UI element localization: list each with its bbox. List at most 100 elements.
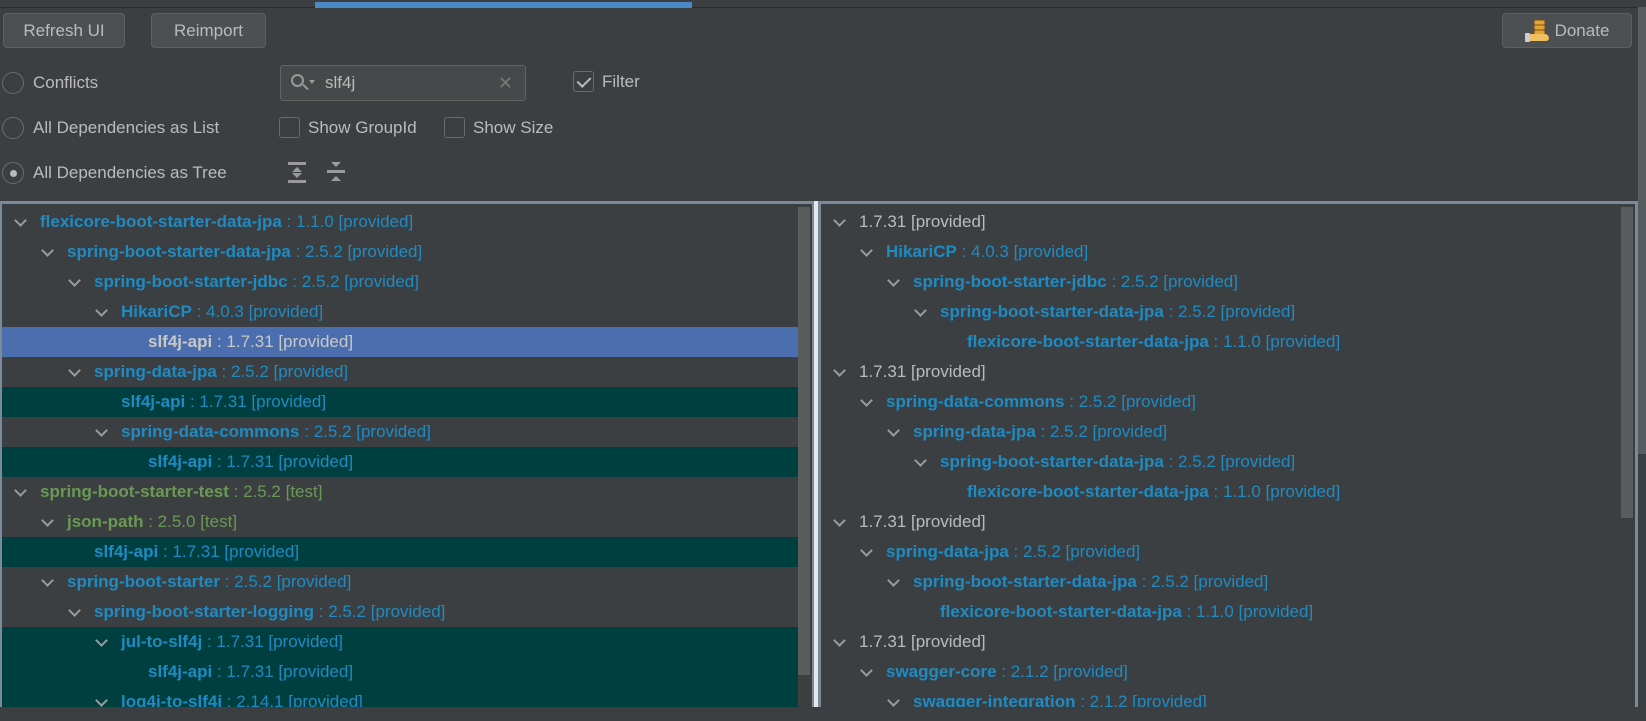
search-input[interactable] bbox=[325, 73, 495, 93]
chevron-down-icon[interactable] bbox=[860, 546, 872, 558]
filter-checkbox[interactable]: Filter bbox=[573, 71, 640, 92]
chevron-down-icon[interactable] bbox=[95, 306, 107, 318]
tree-node[interactable]: spring-boot-starter-data-jpa : 2.5.2 [pr… bbox=[821, 567, 1621, 597]
chevron-down-icon[interactable] bbox=[68, 606, 80, 618]
tree-node[interactable]: spring-data-commons : 2.5.2 [provided] bbox=[2, 417, 798, 447]
tree-node[interactable]: slf4j-api : 1.7.31 [provided] bbox=[2, 657, 798, 687]
artifact-version: : 4.0.3 [provided] bbox=[956, 242, 1089, 261]
tree-node[interactable]: swagger-integration : 2.1.2 [provided] bbox=[821, 687, 1621, 707]
chevron-down-icon[interactable] bbox=[914, 456, 926, 468]
tree-node[interactable]: spring-boot-starter-data-jpa : 2.5.2 [pr… bbox=[2, 237, 798, 267]
artifact-name: slf4j-api bbox=[94, 542, 159, 561]
tree-node[interactable]: spring-boot-starter-logging : 2.5.2 [pro… bbox=[2, 597, 798, 627]
artifact-version: : 2.5.2 [provided] bbox=[216, 362, 349, 381]
tree-node[interactable]: json-path : 2.5.0 [test] bbox=[2, 507, 798, 537]
tree-node[interactable]: spring-data-jpa : 2.5.2 [provided] bbox=[2, 357, 798, 387]
radio-button-selected[interactable] bbox=[2, 162, 24, 184]
checkbox-label: Show GroupId bbox=[308, 117, 417, 137]
chevron-down-icon[interactable] bbox=[860, 246, 872, 258]
search-icon[interactable] bbox=[291, 73, 317, 93]
tree-node[interactable]: 1.7.31 [provided] bbox=[821, 357, 1621, 387]
tree-node[interactable]: slf4j-api : 1.7.31 [provided] bbox=[2, 387, 798, 417]
refresh-ui-button[interactable]: Refresh UI bbox=[3, 13, 125, 48]
tree-node[interactable]: spring-data-jpa : 2.5.2 [provided] bbox=[821, 417, 1621, 447]
artifact-name: jul-to-slf4j bbox=[121, 632, 203, 651]
chevron-down-icon[interactable] bbox=[95, 696, 107, 707]
expand-all-icon[interactable] bbox=[287, 161, 307, 183]
radio-button[interactable] bbox=[2, 72, 24, 94]
tree-node[interactable]: 1.7.31 [provided] bbox=[821, 627, 1621, 657]
artifact-version: : 1.7.31 [provided] bbox=[158, 542, 300, 561]
show-size-checkbox[interactable]: Show Size bbox=[444, 117, 553, 138]
chevron-down-icon[interactable] bbox=[887, 276, 899, 288]
chevron-down-icon[interactable] bbox=[41, 246, 53, 258]
reimport-button[interactable]: Reimport bbox=[151, 13, 266, 48]
artifact-name: slf4j-api bbox=[148, 332, 213, 351]
search-field[interactable]: ✕ bbox=[280, 65, 526, 101]
window-scrollbar[interactable] bbox=[1638, 7, 1646, 454]
tree-node[interactable]: jul-to-slf4j : 1.7.31 [provided] bbox=[2, 627, 798, 657]
artifact-name: spring-boot-starter-data-jpa bbox=[913, 572, 1137, 591]
tree-node[interactable]: flexicore-boot-starter-data-jpa : 1.1.0 … bbox=[2, 207, 798, 237]
artifact-name: HikariCP bbox=[886, 242, 957, 261]
tree-node[interactable]: spring-boot-starter : 2.5.2 [provided] bbox=[2, 567, 798, 597]
tree-node[interactable]: spring-boot-starter-jdbc : 2.5.2 [provid… bbox=[821, 267, 1621, 297]
donate-button[interactable]: Donate bbox=[1502, 13, 1632, 48]
chevron-down-icon[interactable] bbox=[14, 486, 26, 498]
chevron-down-icon[interactable] bbox=[833, 366, 845, 378]
tree-node[interactable]: slf4j-api : 1.7.31 [provided] bbox=[2, 537, 798, 567]
tree-scrollbar[interactable] bbox=[798, 207, 810, 675]
checkbox-checked[interactable] bbox=[573, 71, 594, 92]
tree-node[interactable]: spring-boot-starter-data-jpa : 2.5.2 [pr… bbox=[821, 447, 1621, 477]
chevron-down-icon[interactable] bbox=[887, 576, 899, 588]
close-icon[interactable]: ✕ bbox=[498, 73, 513, 94]
tree-node[interactable]: flexicore-boot-starter-data-jpa : 1.1.0 … bbox=[821, 327, 1621, 357]
tree-node[interactable]: flexicore-boot-starter-data-jpa : 1.1.0 … bbox=[821, 597, 1621, 627]
chevron-down-icon[interactable] bbox=[887, 696, 899, 707]
tree-node[interactable]: spring-boot-starter-test : 2.5.2 [test] bbox=[2, 477, 798, 507]
radio-conflicts[interactable]: Conflicts bbox=[2, 72, 98, 94]
tree-node[interactable]: flexicore-boot-starter-data-jpa : 1.1.0 … bbox=[821, 477, 1621, 507]
donate-label: Donate bbox=[1554, 20, 1610, 40]
chevron-down-icon[interactable] bbox=[833, 636, 845, 648]
checkbox-label: Show Size bbox=[473, 117, 554, 137]
chevron-down-icon[interactable] bbox=[14, 216, 26, 228]
chevron-down-icon[interactable] bbox=[41, 576, 53, 588]
tree-node[interactable]: HikariCP : 4.0.3 [provided] bbox=[821, 237, 1621, 267]
tree-node[interactable]: HikariCP : 4.0.3 [provided] bbox=[2, 297, 798, 327]
chevron-down-icon[interactable] bbox=[41, 516, 53, 528]
chevron-down-icon[interactable] bbox=[95, 426, 107, 438]
tree-node[interactable]: 1.7.31 [provided] bbox=[821, 507, 1621, 537]
artifact-name: spring-boot-starter-data-jpa bbox=[67, 242, 291, 261]
chevron-down-icon[interactable] bbox=[914, 306, 926, 318]
artifact-name: spring-boot-starter-jdbc bbox=[94, 272, 288, 291]
radio-all-dependencies-list[interactable]: All Dependencies as List bbox=[2, 117, 219, 139]
tree-node[interactable]: 1.7.31 [provided] bbox=[821, 207, 1621, 237]
chevron-down-icon[interactable] bbox=[68, 366, 80, 378]
artifact-version: : 2.5.2 [provided] bbox=[314, 602, 446, 621]
radio-all-dependencies-tree[interactable]: All Dependencies as Tree bbox=[2, 162, 227, 184]
chevron-down-icon[interactable] bbox=[860, 396, 872, 408]
chevron-down-icon[interactable] bbox=[95, 636, 107, 648]
chevron-down-icon[interactable] bbox=[68, 276, 80, 288]
reverse-tree-scrollbar[interactable] bbox=[1621, 207, 1633, 518]
tree-node[interactable]: spring-data-commons : 2.5.2 [provided] bbox=[821, 387, 1621, 417]
checkbox[interactable] bbox=[279, 117, 300, 138]
chevron-down-icon[interactable] bbox=[833, 516, 845, 528]
artifact-version: : 2.5.2 [provided] bbox=[1008, 542, 1141, 561]
tree-node[interactable]: spring-boot-starter-data-jpa : 2.5.2 [pr… bbox=[821, 297, 1621, 327]
tree-node[interactable]: slf4j-api : 1.7.31 [provided] bbox=[2, 327, 798, 357]
show-groupid-checkbox[interactable]: Show GroupId bbox=[279, 117, 417, 138]
bottom-bar bbox=[0, 707, 1646, 721]
tree-node[interactable]: slf4j-api : 1.7.31 [provided] bbox=[2, 447, 798, 477]
collapse-all-icon[interactable] bbox=[326, 161, 346, 183]
checkbox[interactable] bbox=[444, 117, 465, 138]
tree-node[interactable]: log4j-to-slf4j : 2.14.1 [provided] bbox=[2, 687, 798, 707]
tree-node[interactable]: spring-boot-starter-jdbc : 2.5.2 [provid… bbox=[2, 267, 798, 297]
radio-button[interactable] bbox=[2, 117, 24, 139]
chevron-down-icon[interactable] bbox=[833, 216, 845, 228]
tree-node[interactable]: swagger-core : 2.1.2 [provided] bbox=[821, 657, 1621, 687]
chevron-down-icon[interactable] bbox=[887, 426, 899, 438]
chevron-down-icon[interactable] bbox=[860, 666, 872, 678]
tree-node[interactable]: spring-data-jpa : 2.5.2 [provided] bbox=[821, 537, 1621, 567]
